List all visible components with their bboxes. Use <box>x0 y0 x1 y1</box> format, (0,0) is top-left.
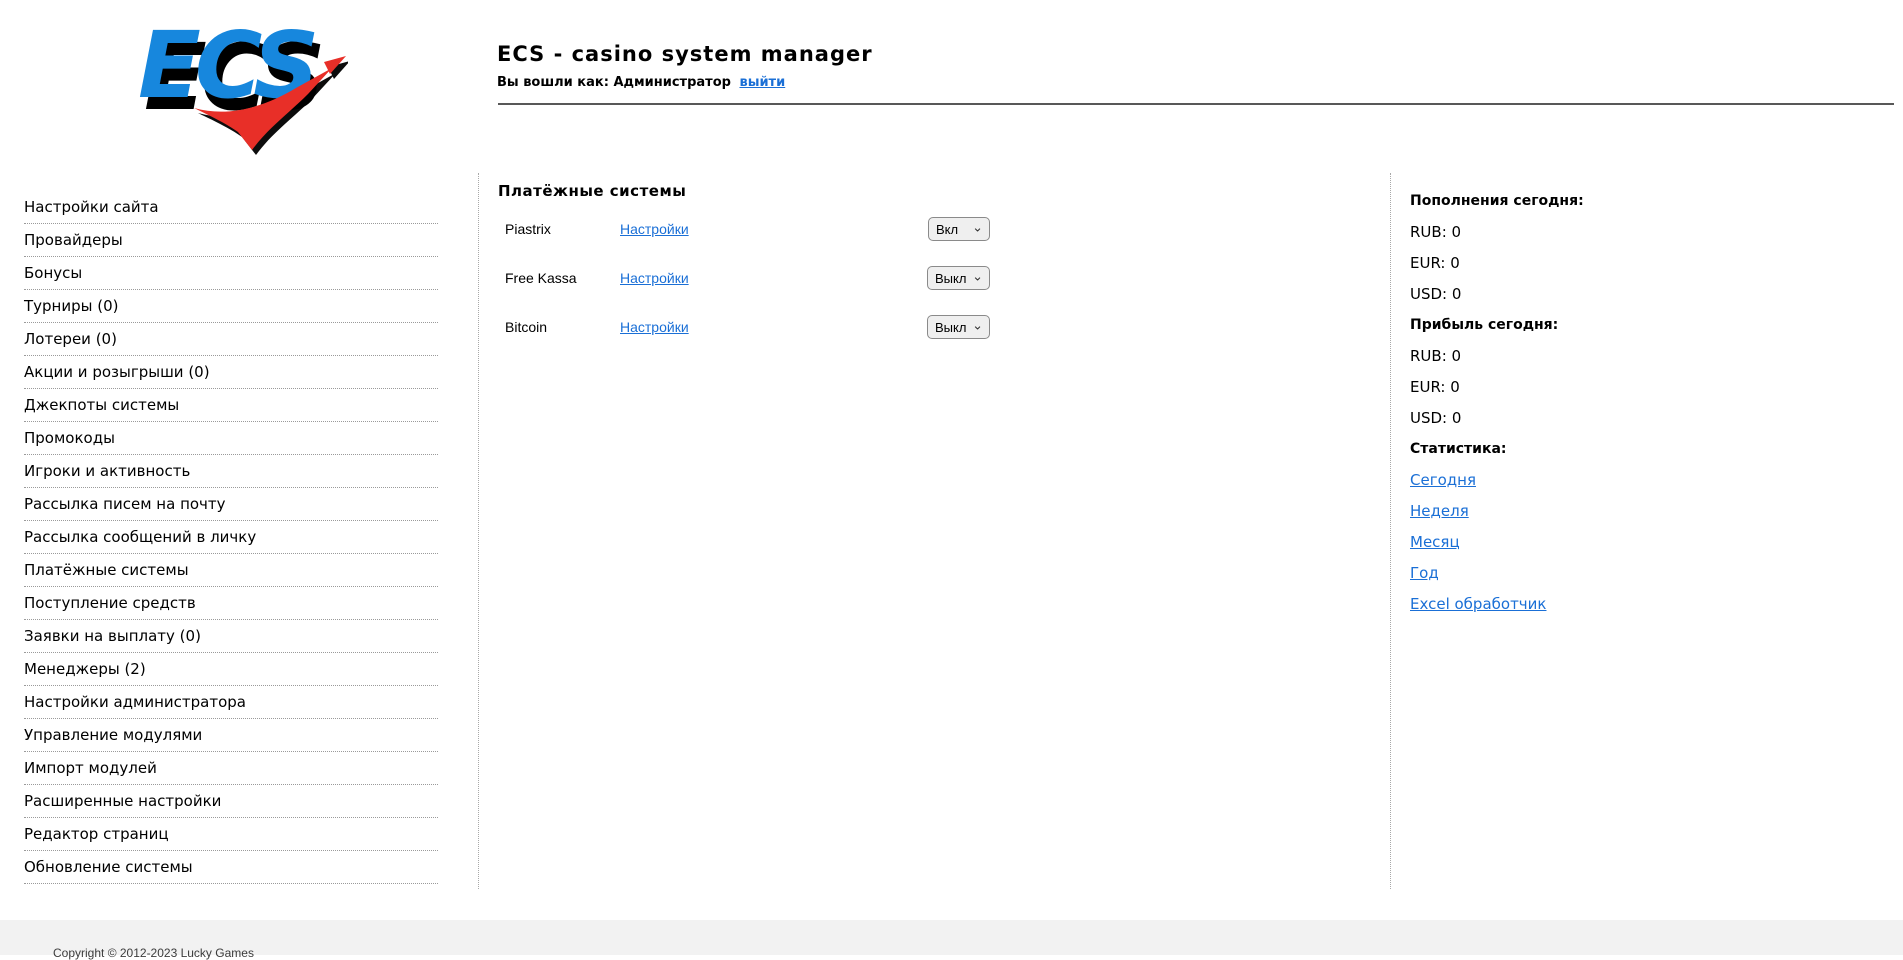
sidebar-item-label: Менеджеры (2) <box>24 660 146 678</box>
stats-link-line: Сегодня <box>1410 465 1710 496</box>
sidebar-item-label: Обновление системы <box>24 858 193 876</box>
currency-value: USD: 0 <box>1410 285 1462 303</box>
sidebar-item[interactable]: Провайдеры <box>24 224 438 257</box>
deposits-list: RUB: 0 EUR: 0 USD: 0 <box>1410 217 1710 310</box>
stats-link-line: Неделя <box>1410 496 1710 527</box>
sidebar-item[interactable]: Рассылка писем на почту <box>24 488 438 521</box>
stats-link-line: Excel обработчик <box>1410 589 1710 620</box>
status-select-wrap: Вкл <box>928 217 990 241</box>
stats-link[interactable]: Год <box>1410 564 1439 582</box>
currency-value: RUB: 0 <box>1410 347 1462 365</box>
sidebar-item[interactable]: Бонусы <box>24 257 438 290</box>
sidebar-item-label: Управление модулями <box>24 726 203 744</box>
payment-name: Free Kassa <box>505 270 577 286</box>
sidebar-item[interactable]: Промокоды <box>24 422 438 455</box>
sidebar-item[interactable]: Турниры (0) <box>24 290 438 323</box>
currency-value: RUB: 0 <box>1410 223 1462 241</box>
sidebar-item-label: Платёжные системы <box>24 561 189 579</box>
sidebar-item-label: Рассылка сообщений в личку <box>24 528 257 546</box>
payment-row: Bitcoin Настройки Выкл <box>498 314 990 340</box>
sidebar-item[interactable]: Настройки администратора <box>24 686 438 719</box>
sidebar-item[interactable]: Управление модулями <box>24 719 438 752</box>
status-select[interactable]: Вкл <box>928 217 990 241</box>
payment-name: Piastrix <box>505 221 551 237</box>
login-label: Вы вошли как: Администратор <box>497 75 731 90</box>
stats-link-line: Месяц <box>1410 527 1710 558</box>
sidebar-item-label: Игроки и активность <box>24 462 191 480</box>
sidebar-item[interactable]: Джекпоты системы <box>24 389 438 422</box>
payment-row: Free Kassa Настройки Выкл <box>498 265 990 291</box>
divider-sidebar-main <box>478 173 479 889</box>
stats-heading: Статистика: <box>1410 441 1507 457</box>
sidebar-item-label: Редактор страниц <box>24 825 169 843</box>
sidebar-item[interactable]: Настройки сайта <box>24 191 438 224</box>
stats-link[interactable]: Сегодня <box>1410 471 1476 489</box>
sidebar-item[interactable]: Редактор страниц <box>24 818 438 851</box>
sidebar-item[interactable]: Лотереи (0) <box>24 323 438 356</box>
sidebar-item-label: Поступление средств <box>24 594 196 612</box>
sidebar-item-label: Рассылка писем на почту <box>24 495 226 513</box>
status-select[interactable]: Выкл <box>927 315 990 339</box>
stats-panel: Пополнения сегодня: RUB: 0 EUR: 0 USD: 0 П… <box>1410 186 1710 620</box>
stats-link[interactable]: Неделя <box>1410 502 1469 520</box>
page-title: ECS - casino system manager <box>497 42 873 66</box>
sidebar-item-label: Импорт модулей <box>24 759 157 777</box>
sidebar-item[interactable]: Акции и розыгрыши (0) <box>24 356 438 389</box>
stats-link[interactable]: Excel обработчик <box>1410 595 1546 613</box>
payment-row: Piastrix Настройки Вкл <box>498 216 990 242</box>
sidebar-item-label: Джекпоты системы <box>24 396 180 414</box>
settings-link[interactable]: Настройки <box>620 221 689 237</box>
footer: Copyright © 2012-2023 Lucky Games <box>0 920 1903 960</box>
sidebar-item-label: Заявки на выплату (0) <box>24 627 201 645</box>
sidebar-menu-container: Настройки сайта Провайдеры Бонусы Турниры (… <box>24 191 438 884</box>
sidebar-item[interactable]: Расширенные настройки <box>24 785 438 818</box>
sidebar-item[interactable]: Заявки на выплату (0) <box>24 620 438 653</box>
sidebar-item[interactable]: Обновление системы <box>24 851 438 884</box>
profit-heading: Прибыль сегодня: <box>1410 317 1559 333</box>
payment-name: Bitcoin <box>505 319 548 335</box>
stats-link-line: Год <box>1410 558 1710 589</box>
status-select-wrap: Выкл <box>927 315 990 339</box>
divider-main-rightpanel <box>1390 173 1391 889</box>
sidebar-item-label: Расширенные настройки <box>24 792 222 810</box>
sidebar-item-label: Бонусы <box>24 264 83 282</box>
profit-list: RUB: 0 EUR: 0 USD: 0 <box>1410 341 1710 434</box>
sidebar-item[interactable]: Игроки и активность <box>24 455 438 488</box>
sidebar-item[interactable]: Менеджеры (2) <box>24 653 438 686</box>
payment-rows: Piastrix Настройки Вкл Free Kassa Настройки В… <box>498 216 1358 340</box>
deposits-heading: Пополнения сегодня: <box>1410 193 1584 209</box>
sidebar-item-label: Промокоды <box>24 429 115 447</box>
sidebar-item[interactable]: Платёжные системы <box>24 554 438 587</box>
sidebar-item-label: Настройки сайта <box>24 198 159 216</box>
section-heading: Платёжные системы <box>498 182 687 200</box>
copyright-text: Copyright © 2012-2023 Lucky Games <box>53 946 254 960</box>
sidebar-item[interactable]: Импорт модулей <box>24 752 438 785</box>
status-select[interactable]: Выкл <box>927 266 990 290</box>
login-status: Вы вошли как: Администратор выйти <box>497 75 785 90</box>
sidebar-item-label: Акции и розыгрыши (0) <box>24 363 210 381</box>
sidebar-item-label: Лотереи (0) <box>24 330 117 348</box>
stats-links: Сегодня Неделя Месяц Год Excel обработчик <box>1410 465 1710 620</box>
stats-link[interactable]: Месяц <box>1410 533 1460 551</box>
status-select-wrap: Выкл <box>927 266 990 290</box>
sidebar-item-label: Провайдеры <box>24 231 123 249</box>
currency-value: USD: 0 <box>1410 409 1462 427</box>
sidebar-item-label: Настройки администратора <box>24 693 246 711</box>
payment-systems-section: Платёжные системы Piastrix Настройки Вкл Fr… <box>498 182 1358 363</box>
ecs-logo-image: ECS ECS <box>138 12 350 155</box>
currency-value: EUR: 0 <box>1410 254 1460 272</box>
logout-link[interactable]: выйти <box>739 75 785 90</box>
sidebar-item-label: Турниры (0) <box>24 297 119 315</box>
sidebar-item[interactable]: Поступление средств <box>24 587 438 620</box>
ecs-logo: ECS ECS <box>138 12 350 156</box>
currency-value: EUR: 0 <box>1410 378 1460 396</box>
header-divider <box>498 103 1894 105</box>
sidebar-menu: Настройки сайта Провайдеры Бонусы Турниры (… <box>24 191 438 884</box>
sidebar-item[interactable]: Рассылка сообщений в личку <box>24 521 438 554</box>
settings-link[interactable]: Настройки <box>620 319 689 335</box>
settings-link[interactable]: Настройки <box>620 270 689 286</box>
